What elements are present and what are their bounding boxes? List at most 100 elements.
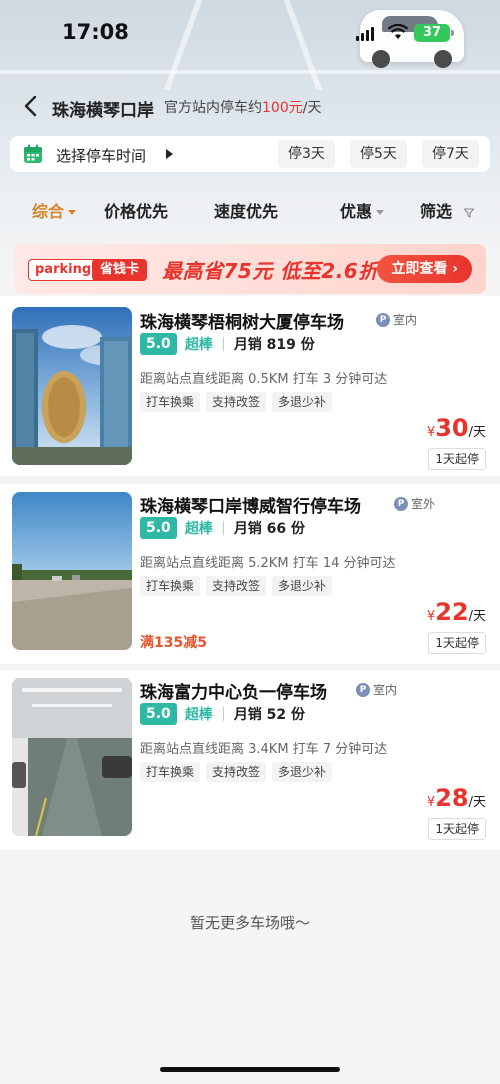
caret-down-icon (376, 210, 385, 215)
feature-tags: 打车换乘 支持改签 多退少补 (140, 392, 333, 412)
official-price-value: 100元 (262, 100, 303, 116)
calendar-icon (24, 144, 42, 163)
monthly-sales: 月销 819 份 (233, 337, 315, 353)
tab-filter[interactable]: 筛选 (420, 198, 474, 222)
official-price-suffix: /天 (302, 100, 322, 116)
lot-type-tag: P 室内 (356, 681, 397, 698)
tab-speed-first[interactable]: 速度优先 (214, 198, 278, 222)
rating-score: 5.0 (140, 333, 177, 355)
tab-filter-label: 筛选 (420, 202, 453, 221)
feature-tag: 多退少补 (272, 576, 333, 596)
cellular-signal-icon (356, 27, 374, 41)
tab-price-first[interactable]: 价格优先 (104, 198, 168, 222)
feature-tag: 多退少补 (272, 762, 333, 782)
tab-comprehensive[interactable]: 综合 (32, 198, 77, 222)
tab-comprehensive-label: 综合 (32, 202, 65, 221)
lot-name: 珠海横琴梧桐树大厦停车场 (140, 313, 344, 333)
official-price-note: 官方站内停车约100元/天 (164, 97, 321, 117)
lot-name: 珠海横琴口岸博威智行停车场 (140, 497, 361, 517)
duration-chip-7-days[interactable]: 停7天 (422, 140, 479, 168)
status-time: 17:08 (62, 20, 129, 44)
price-value: 30 (435, 414, 469, 442)
select-time-button[interactable]: 选择停车时间 (56, 145, 146, 166)
parking-lot-card[interactable]: 珠海富力中心负一停车场 P 室内 5.0 超棒 月销 52 份 距离站点直线距离 … (0, 670, 500, 850)
no-more-results-text: 暂无更多车场哦～ (189, 914, 310, 932)
feature-tag: 多退少补 (272, 392, 333, 412)
feature-tag: 打车换乘 (140, 762, 201, 782)
parking-lot-card[interactable]: 珠海横琴梧桐树大厦停车场 P 室内 5.0 超棒 月销 819 份 距离站点直线距… (0, 296, 500, 476)
min-stay-badge: 1天起停 (428, 632, 486, 654)
lot-photo (12, 307, 132, 465)
chevron-left-icon (24, 95, 37, 117)
duration-chip-5-days[interactable]: 停5天 (350, 140, 407, 168)
parking-p-icon: P (356, 682, 370, 697)
rating-level: 超棒 (184, 337, 213, 353)
savings-card-badge: 省钱卡 (92, 259, 148, 281)
distance-info: 距离站点直线距离 0.5KM 打车 3 分钟可达 (140, 372, 388, 387)
price-unit: /天 (468, 795, 486, 810)
price-unit: /天 (468, 609, 486, 624)
status-bar: 17:08 37 (0, 0, 500, 64)
rating-row: 5.0 超棒 月销 819 份 (140, 333, 315, 355)
rating-score: 5.0 (140, 703, 177, 725)
parking-badge: parking (28, 259, 99, 281)
lot-type-tag: P 室外 (394, 495, 435, 512)
price-unit: /天 (468, 425, 486, 440)
filter-icon (463, 208, 474, 218)
home-indicator[interactable] (160, 1067, 340, 1072)
rating-level: 超棒 (184, 521, 213, 537)
lot-name: 珠海富力中心负一停车场 (140, 683, 327, 703)
min-stay-badge: 1天起停 (428, 818, 486, 840)
price: ¥30/天 (427, 414, 486, 442)
monthly-sales: 月销 52 份 (233, 707, 306, 723)
feature-tag: 打车换乘 (140, 392, 201, 412)
currency-symbol: ¥ (426, 425, 436, 440)
rating-score: 5.0 (140, 517, 177, 539)
currency-symbol: ¥ (426, 795, 436, 810)
view-now-button[interactable]: 立即查看 (377, 255, 472, 283)
tab-discount[interactable]: 优惠 (340, 198, 385, 222)
caret-down-icon (68, 210, 77, 215)
arrow-right-icon (166, 149, 173, 159)
promo-label: 满135减5 (140, 635, 207, 651)
parking-p-icon: P (376, 312, 390, 327)
price: ¥22/天 (427, 598, 486, 626)
page-title: 珠海横琴口岸 (52, 101, 154, 121)
price: ¥28/天 (427, 784, 486, 812)
lot-type-tag: P 室内 (376, 311, 417, 328)
feature-tag: 支持改签 (206, 392, 267, 412)
monthly-sales: 月销 66 份 (233, 521, 306, 537)
banner-slogan: 最高省75元 低至2.6折 (162, 259, 379, 283)
feature-tag: 打车换乘 (140, 576, 201, 596)
price-value: 28 (435, 784, 469, 812)
distance-info: 距离站点直线距离 5.2KM 打车 14 分钟可达 (140, 556, 396, 571)
feature-tags: 打车换乘 支持改签 多退少补 (140, 762, 333, 782)
tab-discount-label: 优惠 (340, 202, 373, 221)
feature-tags: 打车换乘 支持改签 多退少补 (140, 576, 333, 596)
rating-row: 5.0 超棒 月销 52 份 (140, 703, 305, 725)
lot-type-label: 室内 (373, 683, 398, 697)
feature-tag: 支持改签 (206, 576, 267, 596)
lot-photo (12, 678, 132, 836)
price-value: 22 (435, 598, 469, 626)
wifi-icon (388, 24, 408, 39)
feature-tag: 支持改签 (206, 762, 267, 782)
lot-type-label: 室内 (393, 313, 418, 327)
rating-row: 5.0 超棒 月销 66 份 (140, 517, 305, 539)
lot-type-label: 室外 (411, 497, 436, 511)
lot-photo (12, 492, 132, 650)
back-button[interactable] (18, 92, 42, 120)
parking-p-icon: P (394, 496, 408, 511)
min-stay-badge: 1天起停 (428, 448, 486, 470)
nav-bar: 珠海横琴口岸 官方站内停车约100元/天 (0, 88, 500, 124)
parking-lot-card[interactable]: 珠海横琴口岸博威智行停车场 P 室外 5.0 超棒 月销 66 份 距离站点直线距… (0, 484, 500, 664)
parking-time-selector: 选择停车时间 停3天 停5天 停7天 (10, 136, 490, 172)
currency-symbol: ¥ (426, 609, 436, 624)
savings-card-banner[interactable]: parking 省钱卡 最高省75元 低至2.6折 立即查看 (14, 244, 486, 294)
distance-info: 距离站点直线距离 3.4KM 打车 7 分钟可达 (140, 742, 388, 757)
battery-indicator: 37 (414, 24, 454, 42)
official-price-prefix: 官方站内停车约 (164, 100, 262, 116)
sort-bar: 综合 价格优先 速度优先 优惠 筛选 (0, 190, 500, 226)
rating-level: 超棒 (184, 707, 213, 723)
duration-chip-3-days[interactable]: 停3天 (278, 140, 335, 168)
